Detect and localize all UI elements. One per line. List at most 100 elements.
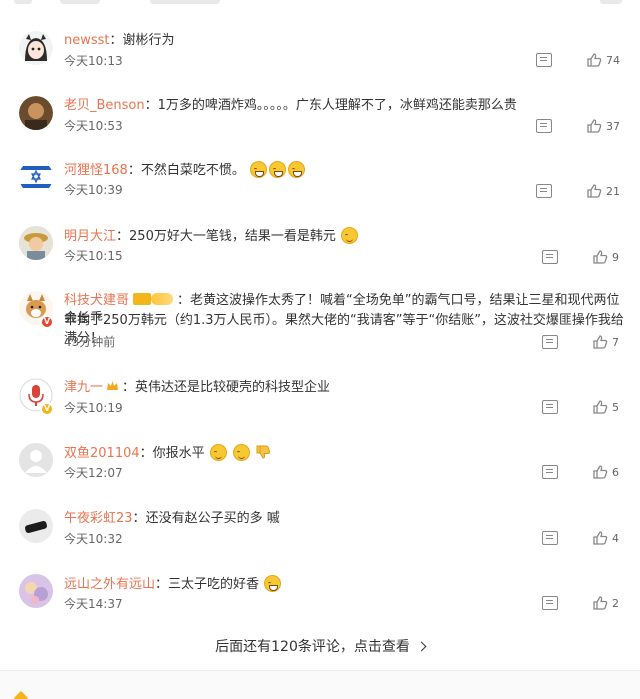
reply-button[interactable] <box>542 250 558 264</box>
avatar[interactable] <box>19 443 53 477</box>
like-button[interactable]: 6 <box>592 464 619 480</box>
timestamp: 今天12:07 <box>64 466 123 480</box>
comment-icon <box>536 119 552 133</box>
comment-item: 河狸怪168：不然白菜吃不惯。 今天10:39 21 <box>0 157 640 222</box>
avatar[interactable] <box>19 226 53 260</box>
comment-text: 250万好大一笔钱，结果一看是韩元 <box>129 229 336 244</box>
reply-button[interactable] <box>542 400 558 414</box>
avatar[interactable] <box>19 96 53 130</box>
thumbs-up-icon <box>593 335 608 349</box>
timestamp: 43分钟前 <box>64 335 116 349</box>
separator: ： <box>144 98 158 113</box>
verified-badge-icon: V <box>40 315 54 329</box>
like-button[interactable]: 74 <box>586 52 620 68</box>
username-link[interactable]: 津九一 <box>64 380 103 395</box>
comment-item: 远山之外有远山：三太子吃的好香 今天14:37 2 <box>0 571 640 636</box>
grin-emoji-icon <box>288 161 305 178</box>
comment-item: V 科技犬建哥 ：老黄这波操作太秀了！喊着“全场免单”的霸气口号，结果让三星和现代… <box>0 288 640 358</box>
view-more-label: 后面还有120条评论，点击查看 <box>215 639 410 655</box>
cropped-top-bar <box>0 0 640 10</box>
like-button[interactable]: 2 <box>592 595 619 611</box>
reply-button[interactable] <box>542 335 558 349</box>
comment-line: 河狸怪168：不然白菜吃不惯。 <box>64 161 628 180</box>
comment-line: 双鱼201104：你报水平 <box>64 444 628 463</box>
comment-item: 双鱼201104：你报水平 今天12:07 6 <box>0 440 640 505</box>
like-button[interactable]: 5 <box>592 399 619 415</box>
comment-text: 1万多的啤酒炸鸡。。。。。广东人理解不了，冰鲜鸡还能卖那么贵 <box>157 98 517 113</box>
comment-icon <box>542 531 558 545</box>
comment-text: 不然白菜吃不惯。 <box>140 163 245 178</box>
comment-line: 远山之外有远山：三太子吃的好香 <box>64 575 628 594</box>
comment-text: 还没有赵公子买的多 嘁 <box>145 511 280 526</box>
like-button[interactable]: 7 <box>592 334 619 350</box>
reply-button[interactable] <box>536 184 552 198</box>
comment-item: V 津九一 ：英伟达还是比较硬壳的科技型企业 今天10:19 5 <box>0 375 640 440</box>
reply-button[interactable] <box>542 596 558 610</box>
thumbs-up-icon <box>593 465 608 479</box>
like-count: 9 <box>612 250 619 264</box>
reply-button[interactable] <box>542 465 558 479</box>
comment-item: 午夜彩虹23：还没有赵公子买的多 嘁 今天10:32 4 <box>0 506 640 571</box>
comment-icon <box>542 596 558 610</box>
like-count: 5 <box>612 400 619 414</box>
sweat-emoji-icon <box>232 444 250 461</box>
thumbs-up-icon <box>587 184 602 198</box>
like-button[interactable]: 4 <box>592 530 619 546</box>
comment-item: 老贝_Benson：1万多的啤酒炸鸡。。。。。广东人理解不了，冰鲜鸡还能卖那么贵… <box>0 93 640 158</box>
view-more-comments-link[interactable]: 后面还有120条评论，点击查看 <box>0 636 640 656</box>
comment-icon <box>542 465 558 479</box>
comment-line: 津九一 ：英伟达还是比较硬壳的科技型企业 <box>64 379 628 397</box>
toolbar-icon <box>13 690 29 699</box>
comment-icon <box>536 184 552 198</box>
username-link[interactable]: 河狸怪168 <box>64 163 128 178</box>
separator: ： <box>177 293 191 308</box>
like-button[interactable]: 21 <box>586 183 620 199</box>
separator: ： <box>139 446 153 461</box>
avatar[interactable] <box>19 574 53 608</box>
like-count: 4 <box>612 531 619 545</box>
timestamp: 今天14:37 <box>64 597 123 611</box>
like-count: 21 <box>606 184 620 198</box>
username-link[interactable]: 老贝_Benson <box>64 98 145 113</box>
reply-button[interactable] <box>536 53 552 67</box>
comment-text: 英伟达还是比较硬壳的科技型企业 <box>135 380 331 395</box>
thumbs-up-icon <box>587 53 602 67</box>
like-count: 2 <box>612 596 619 610</box>
timestamp: 今天10:53 <box>64 119 123 133</box>
username-link[interactable]: 双鱼201104 <box>64 446 140 461</box>
username-link[interactable]: 明月大江 <box>64 229 116 244</box>
separator: ： <box>116 229 130 244</box>
reply-button[interactable] <box>536 119 552 133</box>
timestamp: 今天10:13 <box>64 54 123 68</box>
comment-text: 三太子吃的好香 <box>168 577 260 592</box>
comment-item: 明月大江：250万好大一笔钱，结果一看是韩元 今天10:15 9 <box>0 223 640 288</box>
like-button[interactable]: 9 <box>592 249 619 265</box>
separator: ： <box>109 33 123 48</box>
comment-icon <box>536 53 552 67</box>
avatar[interactable] <box>19 509 53 543</box>
timestamp: 今天10:32 <box>64 532 123 546</box>
reply-button[interactable] <box>542 531 558 545</box>
username-link[interactable]: 远山之外有远山 <box>64 577 155 592</box>
thumbs-down-icon <box>256 445 271 459</box>
verified-badge-icon: V <box>40 402 54 416</box>
thumbs-up-icon <box>593 531 608 545</box>
vip-crown-icon <box>133 293 152 305</box>
thumbs-up-icon <box>593 596 608 610</box>
username-link[interactable]: 科技犬建哥 <box>64 293 129 308</box>
separator: ： <box>132 511 146 526</box>
username-link[interactable]: newsst <box>64 33 110 48</box>
comment-text: 你报水平 <box>152 446 205 461</box>
like-count: 37 <box>606 119 620 133</box>
avatar[interactable] <box>19 160 53 194</box>
separator: ： <box>127 163 141 178</box>
username-link[interactable]: 午夜彩虹23 <box>64 511 133 526</box>
avatar[interactable] <box>19 31 53 65</box>
like-button[interactable]: 37 <box>586 118 620 134</box>
comment-item: newsst：谢彬行为 今天10:13 74 <box>0 28 640 93</box>
grin-emoji-icon <box>250 161 267 178</box>
comment-icon <box>542 250 558 264</box>
comment-text: 谢彬行为 <box>122 33 175 48</box>
thumbs-up-icon <box>593 400 608 414</box>
separator: ： <box>155 577 169 592</box>
